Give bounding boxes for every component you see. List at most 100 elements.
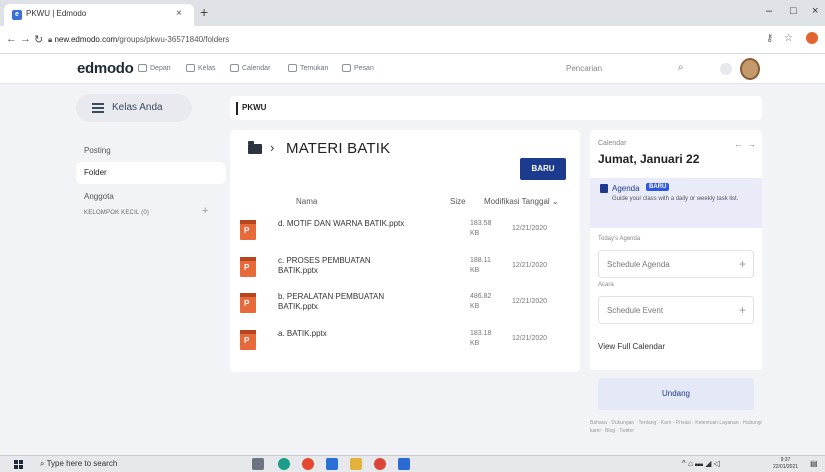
- file-size: 183.18 KB: [470, 330, 492, 347]
- nav-depan-label: Depan: [150, 64, 171, 72]
- nav-pesan[interactable]: Pesan: [342, 64, 374, 72]
- file-date: 12/21/2020: [512, 225, 548, 232]
- star-icon[interactable]: ☆: [784, 33, 793, 44]
- file-name[interactable]: a. BATIK.pptx: [278, 329, 408, 339]
- hamburger-menu-icon: [92, 103, 104, 113]
- url-host: new.edmodo.com: [54, 35, 118, 44]
- profile-avatar-icon[interactable]: [806, 32, 818, 44]
- search-placeholder: Pencarian: [566, 64, 603, 73]
- pptx-file-icon: [240, 293, 256, 313]
- windows-start-icon[interactable]: [14, 460, 23, 469]
- tab-close-icon[interactable]: ×: [176, 8, 182, 19]
- taskbar-clock[interactable]: 9:37 22/01/2021: [773, 457, 798, 471]
- task-view-icon[interactable]: [252, 458, 264, 470]
- user-avatar[interactable]: [740, 58, 760, 80]
- agenda-promo[interactable]: Agenda BARU Guide your class with a dail…: [590, 178, 762, 228]
- schedule-agenda-label: Schedule Agenda: [607, 260, 670, 269]
- taskbar-time: 9:37: [780, 457, 791, 463]
- column-header-modified[interactable]: Modifikasi Tanggal ⌄: [484, 197, 559, 206]
- taskbar-search[interactable]: ⌕ Type here to search: [40, 459, 117, 469]
- close-window-button[interactable]: ×: [812, 5, 818, 17]
- edge-icon[interactable]: [278, 458, 290, 470]
- new-tab-button[interactable]: +: [200, 4, 208, 20]
- file-name[interactable]: c. PROSES PEMBUATAN BATIK.pptx: [278, 256, 408, 276]
- search-icon[interactable]: ⌕: [678, 62, 684, 73]
- file-name[interactable]: b. PERALATAN PEMBUATAN BATIK.pptx: [278, 292, 408, 312]
- breadcrumb: PKWU: [230, 96, 762, 120]
- maximize-button[interactable]: □: [790, 5, 797, 17]
- chevron-right-icon: ›: [270, 140, 275, 155]
- sidebar-subgroup-label[interactable]: KELOMPOK KECIL (0): [84, 210, 149, 216]
- back-arrow-icon[interactable]: ←: [6, 33, 17, 45]
- calendar-icon: [230, 64, 239, 72]
- file-date: 12/21/2020: [512, 335, 548, 342]
- file-row[interactable]: b. PERALATAN PEMBUATAN BATIK.pptx 486.82…: [230, 289, 580, 325]
- folder-icon: [248, 141, 262, 154]
- discover-icon: [288, 64, 297, 72]
- breadcrumb-divider: [236, 102, 238, 115]
- tab-title: PKWU | Edmodo: [26, 9, 87, 18]
- forward-arrow-icon[interactable]: →: [20, 33, 31, 45]
- taskbar-search-placeholder: Type here to search: [46, 459, 118, 468]
- file-row[interactable]: d. MOTIF DAN WARNA BATIK.pptx 183.58 KB …: [230, 216, 580, 252]
- sidebar-item-folder[interactable]: Folder: [76, 162, 226, 184]
- edmodo-favicon-icon: e: [12, 10, 22, 20]
- kelas-anda-label: Kelas Anda: [112, 102, 163, 113]
- footer-links[interactable]: Bahasa · Dukungan · Tentang · Karir · Pr…: [590, 419, 762, 435]
- column-header-size[interactable]: Size: [450, 197, 466, 206]
- chrome-profile-icon[interactable]: [374, 458, 386, 470]
- view-full-calendar-link[interactable]: View Full Calendar: [598, 342, 665, 351]
- calendar-nav-arrows-icon[interactable]: ←→: [734, 139, 760, 149]
- calendar-current-date: Jumat, Januari 22: [598, 152, 700, 166]
- edmodo-header: edmodo Depan Kelas Calendar Temukan Pesa…: [0, 54, 825, 84]
- minimize-button[interactable]: –: [766, 5, 772, 17]
- plus-icon: +: [739, 257, 747, 271]
- agenda-title: Agenda: [612, 184, 640, 193]
- nav-temukan-label: Temukan: [300, 64, 329, 72]
- edmodo-logo[interactable]: edmodo: [77, 60, 134, 77]
- nav-depan[interactable]: Depan: [138, 64, 171, 72]
- folder-title: MATERI BATIK: [286, 140, 391, 157]
- message-icon: [342, 64, 351, 72]
- notification-center-icon[interactable]: ▤: [810, 459, 818, 468]
- search-input[interactable]: Pencarian ⌕: [566, 60, 706, 78]
- store-icon[interactable]: [326, 458, 338, 470]
- file-row[interactable]: c. PROSES PEMBUATAN BATIK.pptx 188.11 KB…: [230, 253, 580, 289]
- sidebar-item-posting[interactable]: Posting: [76, 140, 226, 162]
- classes-icon: [186, 64, 195, 72]
- tray-icons[interactable]: ^ ⌂ ▬ ◢ ◁: [682, 459, 720, 468]
- column-header-name[interactable]: Nama: [296, 197, 317, 206]
- plus-icon: +: [739, 303, 747, 317]
- nav-kelas-label: Kelas: [198, 64, 216, 72]
- word-icon[interactable]: [398, 458, 410, 470]
- chrome-icon[interactable]: [302, 458, 314, 470]
- agenda-icon: [600, 184, 608, 193]
- nav-pesan-label: Pesan: [354, 64, 374, 72]
- pptx-file-icon: [240, 220, 256, 240]
- invite-button[interactable]: Undang: [598, 378, 754, 410]
- nav-temukan[interactable]: Temukan: [288, 64, 328, 72]
- url-field[interactable]: 🔒︎ new.edmodo.com/groups/pkwu-36571840/f…: [48, 35, 229, 45]
- file-row[interactable]: a. BATIK.pptx 183.18 KB 12/21/2020: [230, 326, 580, 362]
- file-size: 188.11 KB: [470, 257, 491, 274]
- new-item-button[interactable]: BARU: [520, 158, 566, 180]
- kelas-anda-button[interactable]: Kelas Anda: [76, 94, 192, 122]
- schedule-event-button[interactable]: Schedule Event +: [598, 296, 754, 324]
- nav-kelas[interactable]: Kelas: [186, 64, 216, 72]
- key-icon[interactable]: ⚷: [766, 33, 773, 44]
- pptx-file-icon: [240, 257, 256, 277]
- windows-taskbar: ⌕ Type here to search ^ ⌂ ▬ ◢ ◁ 9:37 22/…: [0, 455, 825, 472]
- url-path: /groups/pkwu-36571840/folders: [117, 35, 230, 44]
- file-name[interactable]: d. MOTIF DAN WARNA BATIK.pptx: [278, 219, 408, 229]
- file-date: 12/21/2020: [512, 262, 548, 269]
- new-badge: BARU: [646, 183, 670, 191]
- notifications-icon[interactable]: [720, 63, 732, 75]
- browser-tab[interactable]: e PKWU | Edmodo ×: [4, 4, 194, 26]
- schedule-agenda-button[interactable]: Schedule Agenda +: [598, 250, 754, 278]
- browser-tab-bar: e PKWU | Edmodo × + – □ ×: [0, 0, 825, 26]
- breadcrumb-group-name[interactable]: PKWU: [242, 103, 266, 112]
- nav-calendar[interactable]: Calendar: [230, 64, 270, 72]
- file-explorer-icon[interactable]: [350, 458, 362, 470]
- add-subgroup-icon[interactable]: +: [202, 205, 208, 217]
- reload-icon[interactable]: ↻: [34, 33, 43, 46]
